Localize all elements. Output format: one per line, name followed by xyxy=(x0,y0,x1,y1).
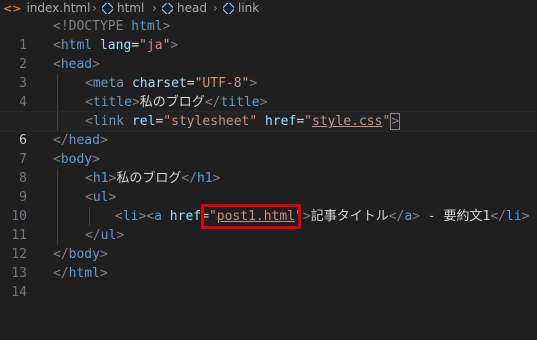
code-line[interactable]: 13 </body> xyxy=(0,245,537,281)
indent-guide xyxy=(57,188,58,207)
code-text: <ul> xyxy=(85,190,117,205)
breadcrumb-item-head[interactable]: head xyxy=(162,0,207,17)
line-number: 14 xyxy=(11,285,27,300)
breadcrumb-file-label: index.html xyxy=(26,1,91,15)
chevron-right-icon: › xyxy=(213,1,218,15)
indent-guide xyxy=(89,207,90,226)
indent-guide xyxy=(57,169,58,188)
code-text: <link rel="stylesheet" href="style.css"> xyxy=(85,113,401,130)
indent-guide xyxy=(57,93,58,112)
code-line[interactable]: 8 <body> xyxy=(0,150,537,186)
breadcrumb-item-label: html xyxy=(117,1,145,15)
chevron-right-icon: › xyxy=(152,1,157,15)
highlight-box xyxy=(201,204,301,229)
html5-icon: <> xyxy=(3,2,22,15)
code-text: </html> xyxy=(53,266,108,281)
code-text: <!DOCTYPE html> xyxy=(53,19,171,34)
code-text: <title>私のブログ</title> xyxy=(85,95,268,110)
code-text: <head> xyxy=(53,57,100,72)
code-text: <html lang="ja"> xyxy=(53,38,179,53)
code-text: <h1>私のブログ</h1> xyxy=(85,171,221,186)
breadcrumb-item-html[interactable]: html xyxy=(102,0,144,17)
breadcrumb: <> index.html › html › head › link xyxy=(0,0,537,17)
code-line[interactable]: 7 </head> xyxy=(0,131,537,167)
code-line[interactable]: 1 <!DOCTYPE html> xyxy=(0,17,537,53)
breadcrumb-item-label: head xyxy=(177,1,207,15)
code-line-current[interactable]: 6 <link rel="stylesheet" href="style.css… xyxy=(0,111,537,148)
element-icon xyxy=(162,3,173,14)
breadcrumb-item-label: link xyxy=(238,1,260,15)
code-text: <meta charset="UTF-8"> xyxy=(85,76,258,91)
chevron-right-icon: › xyxy=(92,1,97,15)
code-text: </head> xyxy=(53,133,108,148)
element-icon xyxy=(223,3,234,14)
code-line[interactable]: 2 <html lang="ja"> xyxy=(0,36,537,72)
code-line[interactable]: 9 <h1>私のブログ</h1> xyxy=(0,169,537,205)
code-editor[interactable]: 1 <!DOCTYPE html> 2 <html lang="ja"> 3 <… xyxy=(0,17,537,300)
breadcrumb-file[interactable]: <> index.html xyxy=(3,0,90,17)
code-text: <body> xyxy=(53,152,100,167)
code-line[interactable]: 3 <head> xyxy=(0,55,537,91)
element-icon xyxy=(102,3,113,14)
matched-bracket: > xyxy=(390,113,401,130)
code-text: </ul> xyxy=(85,228,125,243)
indent-guide xyxy=(57,207,58,226)
indent-guide xyxy=(57,112,58,131)
indent-guide xyxy=(57,74,58,93)
indent-guide xyxy=(57,226,58,245)
code-text: </body> xyxy=(53,247,108,262)
breadcrumb-item-link[interactable]: link xyxy=(223,0,259,17)
code-line[interactable]: 14 </html> xyxy=(0,264,537,300)
code-line[interactable]: 5 <title>私のブログ</title> xyxy=(0,93,537,129)
code-line[interactable]: 4 <meta charset="UTF-8"> xyxy=(0,74,537,110)
code-text: <li><a href="post1.html">記事タイトル</a> - 要約… xyxy=(115,209,530,224)
